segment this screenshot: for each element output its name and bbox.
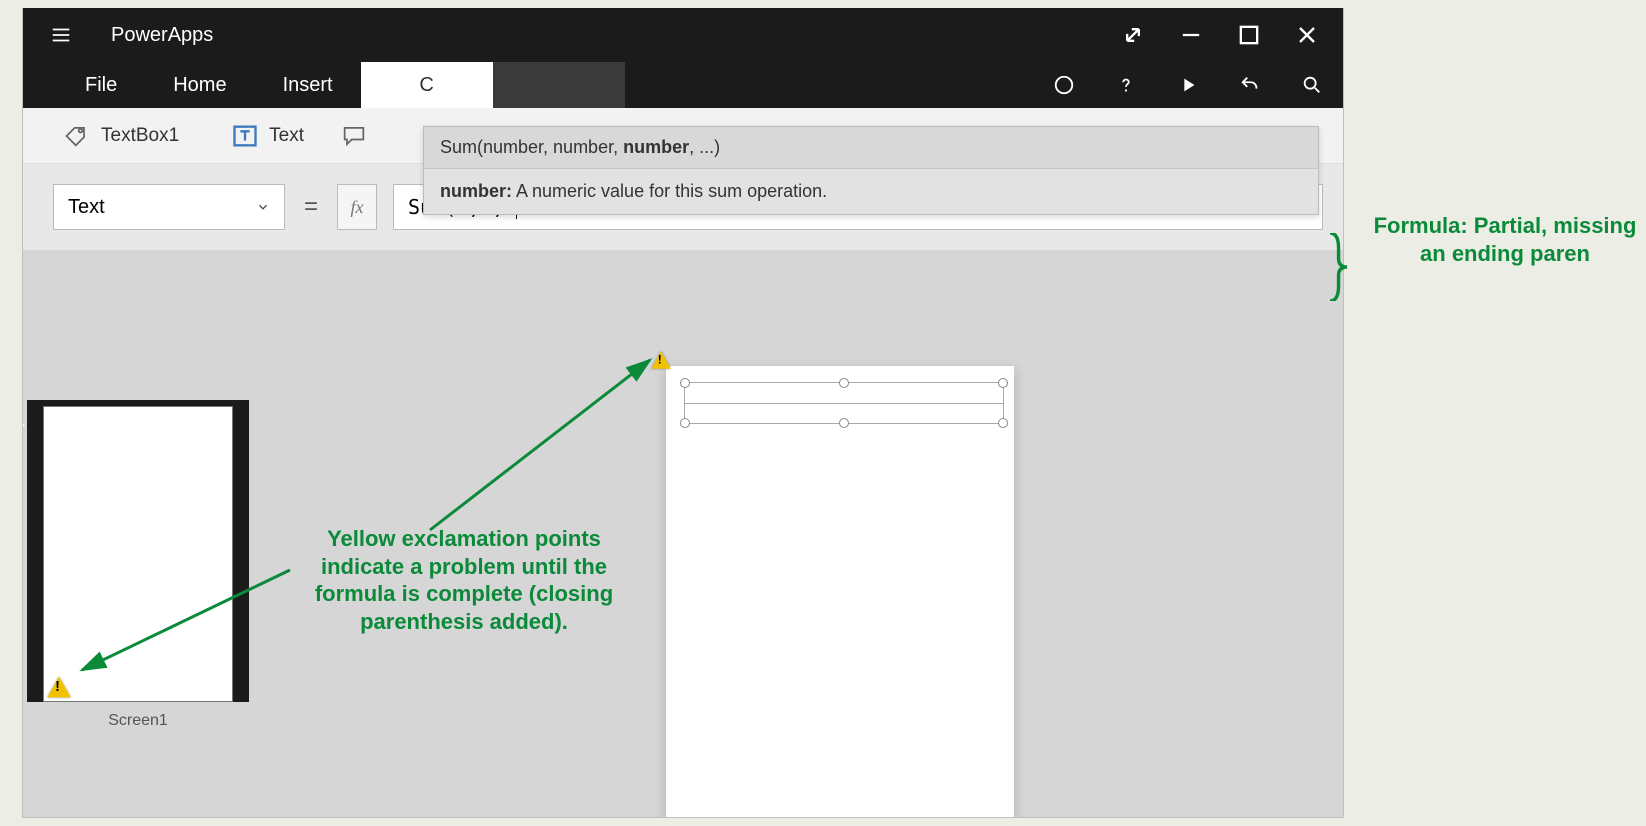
minimize-icon	[1177, 21, 1205, 49]
brace-icon	[1316, 233, 1356, 301]
expand-button[interactable]	[1119, 21, 1147, 49]
workspace: ... Screen1	[23, 250, 1343, 817]
chevron-down-icon	[256, 200, 270, 214]
comment-group[interactable]	[340, 122, 368, 150]
app-title: PowerApps	[111, 24, 213, 47]
comment-icon	[340, 122, 368, 150]
resize-handle[interactable]	[680, 418, 690, 428]
screens-panel: ... Screen1	[27, 400, 249, 734]
menu-tabs: File Home Insert C	[23, 62, 1343, 108]
resize-handle[interactable]	[680, 378, 690, 388]
text-icon	[231, 122, 259, 150]
property-selector[interactable]: Text	[53, 184, 285, 230]
app-window: PowerApps File Home Insert C	[22, 8, 1344, 818]
toolbar-right	[1053, 62, 1323, 108]
warning-icon	[47, 677, 70, 698]
control-name-group[interactable]: TextBox1	[63, 122, 179, 150]
design-canvas[interactable]	[666, 366, 1014, 818]
resize-handle[interactable]	[998, 418, 1008, 428]
search-icon[interactable]	[1301, 74, 1323, 96]
warning-icon	[651, 351, 671, 369]
text-property-label: Text	[269, 125, 304, 147]
hamburger-menu-button[interactable]	[41, 15, 81, 55]
maximize-button[interactable]	[1235, 21, 1263, 49]
fx-label: fx	[337, 184, 377, 230]
maximize-icon	[1235, 21, 1263, 49]
tab-active[interactable]: C	[361, 62, 493, 108]
annotation-formula: Formula: Partial, missing an ending pare…	[1370, 212, 1640, 267]
property-selector-value: Text	[68, 196, 105, 219]
screen-thumbnail[interactable]	[43, 406, 233, 702]
expand-icon	[1119, 21, 1147, 49]
intellisense-tooltip: Sum(number, number, number, ...) number:…	[423, 126, 1319, 215]
text-property-group[interactable]: Text	[231, 122, 304, 150]
control-name-label: TextBox1	[101, 125, 179, 147]
tag-icon	[63, 122, 91, 150]
screen-label: Screen1	[27, 702, 249, 734]
play-icon[interactable]	[1177, 74, 1199, 96]
close-icon	[1293, 21, 1321, 49]
tooltip-signature: Sum(number, number, number, ...)	[424, 127, 1318, 169]
annotation-warning: Yellow exclamation points indicate a pro…	[284, 525, 644, 635]
tab-insert[interactable]: Insert	[255, 62, 361, 108]
resize-handle[interactable]	[839, 418, 849, 428]
minimize-button[interactable]	[1177, 21, 1205, 49]
title-bar: PowerApps	[23, 8, 1343, 62]
resize-handle[interactable]	[839, 378, 849, 388]
screen-more-button[interactable]: ...	[22, 410, 26, 431]
window-controls	[1119, 21, 1331, 49]
hamburger-icon	[50, 24, 72, 46]
undo-icon[interactable]	[1239, 74, 1261, 96]
tooltip-description: number: A numeric value for this sum ope…	[424, 169, 1318, 214]
equals-sign: =	[301, 193, 321, 221]
tab-next[interactable]	[493, 62, 625, 108]
help-icon[interactable]	[1115, 74, 1137, 96]
tab-home[interactable]: Home	[145, 62, 254, 108]
textbox-selection[interactable]	[684, 382, 1004, 424]
info-icon[interactable]	[1053, 74, 1075, 96]
tab-file[interactable]: File	[57, 62, 145, 108]
resize-handle[interactable]	[998, 378, 1008, 388]
close-button[interactable]	[1293, 21, 1321, 49]
